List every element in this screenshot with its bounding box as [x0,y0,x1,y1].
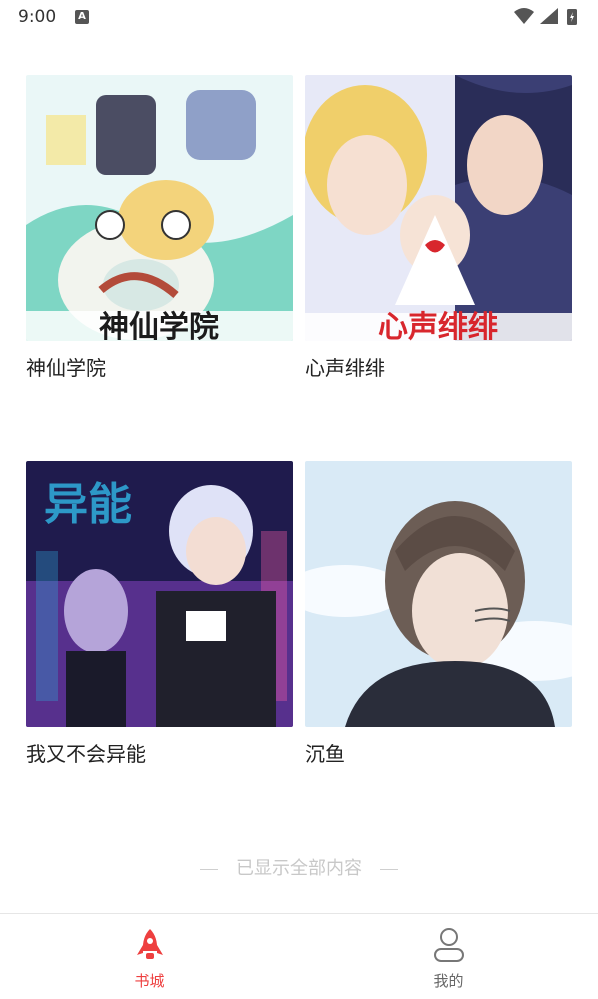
cover-text: 异能 [44,479,132,530]
signal-icon [540,8,558,24]
tab-bookstore[interactable]: 书城 [0,914,299,999]
notification-icon: A [75,10,89,24]
end-of-list-note: 已显示全部内容 [0,854,598,880]
book-cover[interactable]: 神仙学院 [26,75,293,341]
book-cover[interactable] [305,461,572,727]
status-time: 9:00 [18,7,57,27]
tab-label: 我的 [433,972,464,990]
book-card[interactable]: 心声绯绯 心声绯绯 [305,75,572,381]
wifi-icon [514,8,534,24]
book-card[interactable]: 异能 我又不会异能 [26,461,293,767]
divider [379,868,398,870]
tab-label: 书城 [134,972,165,990]
book-title[interactable]: 我又不会异能 [26,741,293,767]
tab-mine[interactable]: 我的 [299,914,598,999]
cover-text: 心声绯绯 [378,310,498,341]
book-card[interactable]: 神仙学院 神仙学院 [26,75,293,381]
user-icon [433,928,464,962]
book-title[interactable]: 沉鱼 [305,741,572,767]
end-note-text: 已显示全部内容 [236,858,362,879]
status-bar: 9:00 A [0,0,598,34]
bottom-tab-bar: 书城 我的 [0,913,598,999]
book-card[interactable]: 沉鱼 [305,461,572,767]
book-title[interactable]: 心声绯绯 [305,355,572,381]
divider [200,868,219,870]
status-icons [514,8,577,25]
cover-text: 神仙学院 [99,310,219,341]
book-cover[interactable]: 心声绯绯 [305,75,572,341]
book-title[interactable]: 神仙学院 [26,355,293,381]
rocket-icon [136,929,163,959]
book-cover[interactable]: 异能 [26,461,293,727]
